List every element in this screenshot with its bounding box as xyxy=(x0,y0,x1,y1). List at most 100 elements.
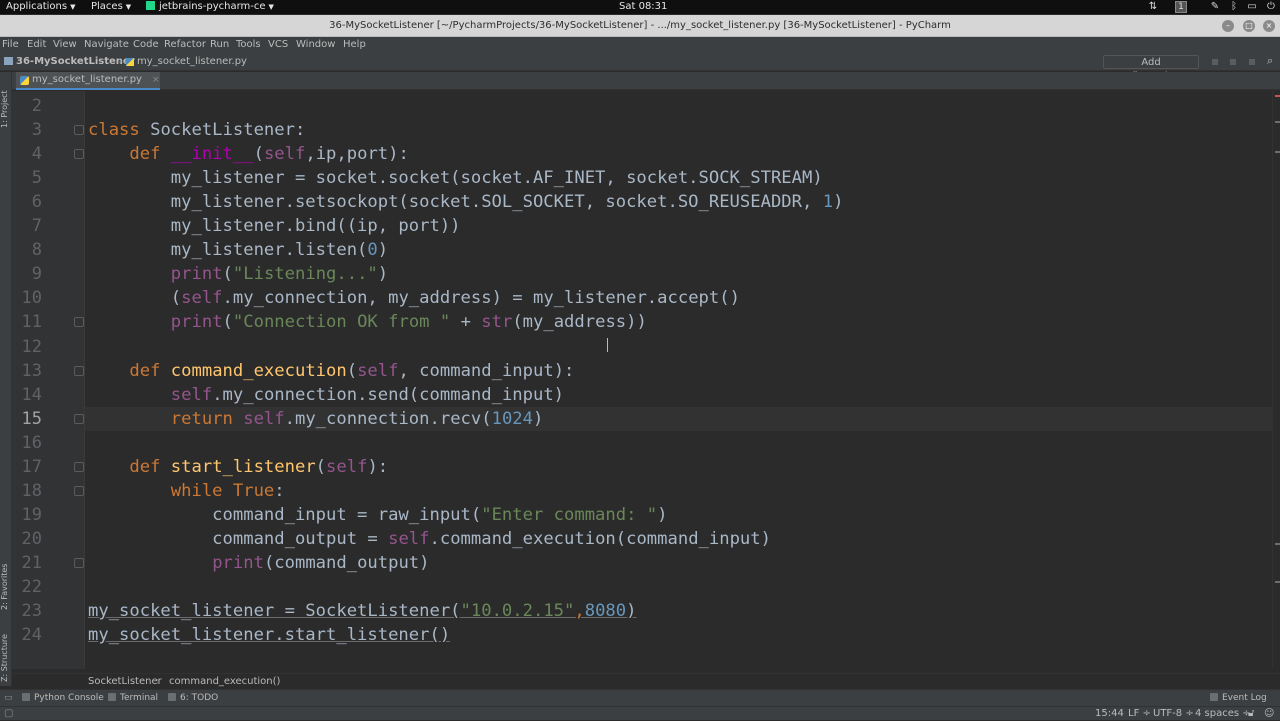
line-number[interactable]: 21 xyxy=(12,551,42,575)
code-line[interactable]: my_socket_listener = SocketListener("10.… xyxy=(88,599,636,623)
code-line[interactable]: def start_listener(self): xyxy=(88,455,388,479)
breadcrumb-method[interactable]: command_execution() xyxy=(169,674,280,690)
breadcrumb-file[interactable]: my_socket_listener.py xyxy=(137,53,247,71)
line-number[interactable]: 19 xyxy=(12,503,42,527)
fold-marker-icon[interactable] xyxy=(74,485,84,496)
warning-marker[interactable] xyxy=(1275,543,1280,545)
status-icon[interactable]: ▢ xyxy=(4,707,13,721)
line-number[interactable]: 16 xyxy=(12,431,42,455)
battery-icon[interactable]: ▭ xyxy=(1246,1,1258,13)
line-number[interactable]: 5 xyxy=(12,166,42,190)
code-line[interactable]: while True: xyxy=(88,479,285,503)
code-line[interactable]: class SocketListener: xyxy=(88,118,305,142)
menu-help[interactable]: Help xyxy=(343,37,366,53)
code-line[interactable]: command_input = raw_input("Enter command… xyxy=(88,503,667,527)
code-line[interactable]: self.my_connection.send(command_input) xyxy=(88,383,564,407)
menu-code[interactable]: Code xyxy=(133,37,159,53)
inspector-icon[interactable]: ☺︎ xyxy=(1264,707,1274,721)
python-console-button[interactable]: Python Console xyxy=(22,690,104,707)
warning-marker[interactable] xyxy=(1275,151,1280,153)
todo-button[interactable]: 6: TODO xyxy=(168,690,218,707)
menu-navigate[interactable]: Navigate xyxy=(84,37,129,53)
taskbar-pycharm[interactable]: jetbrains-pycharm-ce ▼ xyxy=(146,0,274,14)
places-menu[interactable]: Places ▼ xyxy=(91,0,131,14)
clock[interactable]: Sat 08:31 xyxy=(619,0,667,14)
line-number[interactable]: 24 xyxy=(12,623,42,647)
code-line[interactable]: return self.my_connection.recv(1024) xyxy=(88,407,544,431)
menu-refactor[interactable]: Refactor xyxy=(164,37,206,53)
debug-icon[interactable] xyxy=(1230,59,1236,65)
terminal-button[interactable]: Terminal xyxy=(108,690,158,707)
line-number[interactable]: 22 xyxy=(12,575,42,599)
code-line[interactable]: print("Connection OK from " + str(my_add… xyxy=(88,310,647,334)
workspace-indicator[interactable]: 1 xyxy=(1175,1,1187,13)
line-number[interactable]: 7 xyxy=(12,214,42,238)
search-icon[interactable]: ⌕ xyxy=(1267,54,1273,68)
breadcrumb-class[interactable]: SocketListener xyxy=(88,674,162,690)
line-number[interactable]: 4 xyxy=(12,142,42,166)
line-number[interactable]: 23 xyxy=(12,599,42,623)
warning-marker[interactable] xyxy=(1275,121,1280,123)
add-configuration-button[interactable]: Add Configuration... xyxy=(1103,55,1199,82)
line-number[interactable]: 8 xyxy=(12,238,42,262)
indent-setting[interactable]: 4 spaces ÷ xyxy=(1195,707,1251,721)
line-number[interactable]: 10 xyxy=(12,286,42,310)
fold-marker-icon[interactable] xyxy=(74,557,84,568)
code-editor[interactable]: 2 3 4 5 6 7 8 9 10 11 12 13 14 15 16 17 18 19 20 21 22 23 24 c… xyxy=(12,91,1272,669)
line-number[interactable]: 18 xyxy=(12,479,42,503)
code-line[interactable]: my_listener.listen(0) xyxy=(88,238,388,262)
menu-tools[interactable]: Tools xyxy=(236,37,261,53)
tab-close-icon[interactable]: × xyxy=(152,72,160,88)
code-line[interactable]: print("Listening...") xyxy=(88,262,388,286)
line-number[interactable]: 15 xyxy=(12,407,42,431)
code-line[interactable]: (self.my_connection, my_address) = my_li… xyxy=(88,286,740,310)
code-line[interactable]: my_listener = socket.socket(socket.AF_IN… xyxy=(88,166,823,190)
line-number[interactable]: 3 xyxy=(12,118,42,142)
warning-marker[interactable] xyxy=(1275,581,1280,583)
line-number[interactable]: 2 xyxy=(12,94,42,118)
menu-vcs[interactable]: VCS xyxy=(268,37,288,53)
minimize-icon[interactable]: – xyxy=(1222,20,1234,32)
menu-view[interactable]: View xyxy=(53,37,77,53)
favorites-tool-button[interactable]: 2: Favorites xyxy=(0,550,12,610)
lock-icon[interactable]: 🔓︎ xyxy=(1248,707,1254,721)
caret-position[interactable]: 15:44 xyxy=(1095,707,1124,721)
window-title-bar[interactable]: 36-MySocketListener [~/PycharmProjects/3… xyxy=(0,15,1280,37)
breadcrumb-project[interactable]: 36-MySocketListener xyxy=(16,53,135,71)
applications-menu[interactable]: Applications ▼ xyxy=(6,0,75,14)
fold-marker-icon[interactable] xyxy=(74,149,84,160)
line-number[interactable]: 9 xyxy=(12,262,42,286)
line-number[interactable]: 13 xyxy=(12,359,42,383)
line-number[interactable]: 20 xyxy=(12,527,42,551)
menu-run[interactable]: Run xyxy=(210,37,229,53)
code-line[interactable]: command_output = self.command_execution(… xyxy=(88,527,771,551)
structure-tool-button[interactable]: Z: Structure xyxy=(0,624,12,682)
pen-icon[interactable]: ✎ xyxy=(1209,1,1221,13)
project-tool-button[interactable]: 1: Project xyxy=(0,78,12,128)
editor-scroll-stripe[interactable] xyxy=(1272,91,1280,669)
fold-marker-icon[interactable] xyxy=(74,125,84,136)
menu-file[interactable]: File xyxy=(2,37,19,53)
code-line[interactable]: print(command_output) xyxy=(88,551,429,575)
line-number-gutter[interactable]: 2 3 4 5 6 7 8 9 10 11 12 13 14 15 16 17 18 19 20 21 22 23 24 xyxy=(12,91,84,669)
run-icon[interactable] xyxy=(1212,59,1218,65)
stop-icon[interactable] xyxy=(1249,59,1255,65)
file-encoding[interactable]: UTF-8 ÷ xyxy=(1153,707,1194,721)
line-number[interactable]: 11 xyxy=(12,310,42,334)
code-line[interactable]: my_listener.bind((ip, port)) xyxy=(88,214,461,238)
line-number[interactable]: 14 xyxy=(12,383,42,407)
network-icon[interactable]: ⇅ xyxy=(1147,1,1159,13)
toggle-tool-windows-icon[interactable]: ▭ xyxy=(4,690,13,707)
line-number[interactable]: 17 xyxy=(12,455,42,479)
tab-my-socket-listener[interactable]: my_socket_listener.py × xyxy=(16,72,160,90)
code-line[interactable]: my_socket_listener.start_listener() xyxy=(88,623,450,647)
code-line[interactable]: def command_execution(self, command_inpu… xyxy=(88,359,574,383)
fold-marker-icon[interactable] xyxy=(74,413,84,424)
close-icon[interactable]: × xyxy=(1263,20,1275,32)
power-icon[interactable]: ⏻ xyxy=(1265,1,1277,13)
event-log-button[interactable]: Event Log xyxy=(1210,690,1267,707)
bluetooth-icon[interactable]: ᛒ xyxy=(1228,1,1240,13)
menu-window[interactable]: Window xyxy=(296,37,335,53)
line-number[interactable]: 6 xyxy=(12,190,42,214)
maximize-icon[interactable]: □ xyxy=(1243,20,1255,32)
